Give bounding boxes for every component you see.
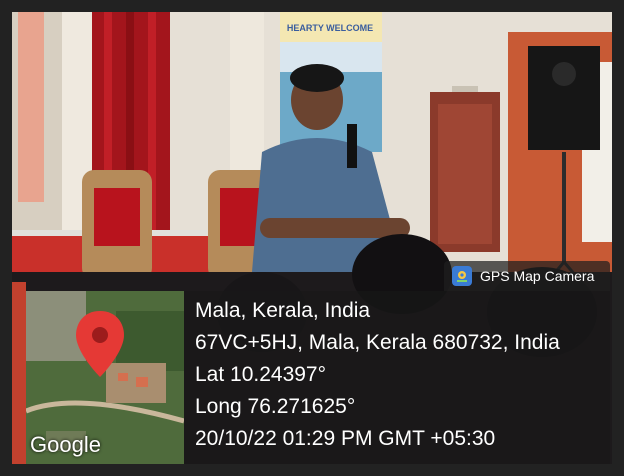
google-logo: Google — [30, 432, 101, 457]
badge-label: GPS Map Camera — [480, 268, 595, 284]
longitude: Long 76.271625° — [195, 395, 356, 418]
address: 67VC+5HJ, Mala, Kerala 680732, India — [195, 331, 560, 354]
photo: HEARTY WELCOME GPS Map Camera Google Mal… — [12, 12, 612, 464]
gps-map-camera-app-icon — [452, 266, 472, 286]
latitude: Lat 10.24397° — [195, 363, 327, 386]
place-name: Mala, Kerala, India — [195, 299, 371, 322]
gps-camera-badge: GPS Map Camera — [444, 261, 610, 291]
photo-frame: HEARTY WELCOME GPS Map Camera Google Mal… — [0, 0, 624, 476]
map-thumbnail: Google — [26, 291, 184, 464]
banner-text: HEARTY WELCOME — [287, 23, 373, 33]
location-details: Mala, Kerala, India 67VC+5HJ, Mala, Kera… — [195, 295, 560, 455]
datetime: 20/10/22 01:29 PM GMT +05:30 — [195, 427, 496, 450]
